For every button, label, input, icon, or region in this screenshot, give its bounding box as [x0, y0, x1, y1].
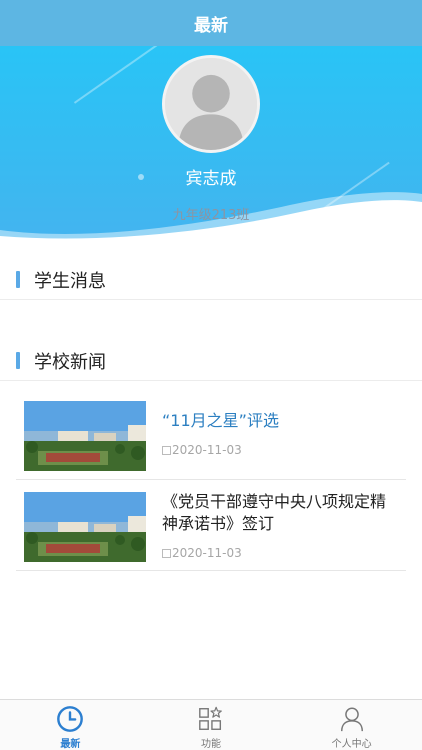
top-navbar: 最新 — [0, 0, 422, 46]
grid-star-icon — [199, 706, 222, 730]
section-marker — [16, 271, 20, 288]
section-title: 学生消息 — [34, 270, 106, 292]
person-icon — [340, 707, 363, 732]
news-title[interactable]: 《党员干部遵守中央八项规定精神承诺书》签订 — [162, 491, 398, 535]
calendar-icon — [162, 445, 171, 455]
news-item[interactable]: 《党员干部遵守中央八项规定精神承诺书》签订 2020-11-03 — [16, 481, 406, 571]
tab-label: 个人中心 — [331, 739, 372, 750]
news-date: 2020-11-03 — [172, 546, 242, 560]
user-class: 九年级213班 — [172, 208, 250, 223]
news-item[interactable]: “11月之星”评选 2020-11-03 — [16, 390, 406, 480]
news-thumbnail — [24, 401, 146, 471]
bottom-tab-bar: 最新 功能 个人中心 — [0, 699, 422, 750]
news-thumbnail — [24, 492, 146, 562]
tab-functions[interactable]: 功能 — [141, 700, 282, 750]
school-news-header: 学校新闻 — [0, 341, 422, 381]
calendar-icon — [162, 548, 171, 558]
tab-label: 最新 — [60, 739, 81, 750]
clock-icon — [57, 706, 84, 732]
news-date-row: 2020-11-03 — [162, 443, 242, 457]
avatar[interactable] — [162, 55, 260, 153]
section-title: 学校新闻 — [34, 351, 106, 373]
news-title[interactable]: “11月之星”评选 — [162, 410, 398, 432]
news-date: 2020-11-03 — [172, 443, 242, 457]
student-messages-header: 学生消息 — [0, 260, 422, 300]
tab-label: 功能 — [201, 739, 221, 750]
default-avatar-icon — [165, 58, 257, 150]
page-title: 最新 — [194, 15, 228, 36]
section-marker — [16, 352, 20, 369]
profile-banner: 宾志成 九年级213班 — [0, 46, 422, 250]
tab-profile[interactable]: 个人中心 — [281, 700, 422, 750]
tab-latest[interactable]: 最新 — [0, 700, 141, 750]
news-date-row: 2020-11-03 — [162, 546, 242, 560]
